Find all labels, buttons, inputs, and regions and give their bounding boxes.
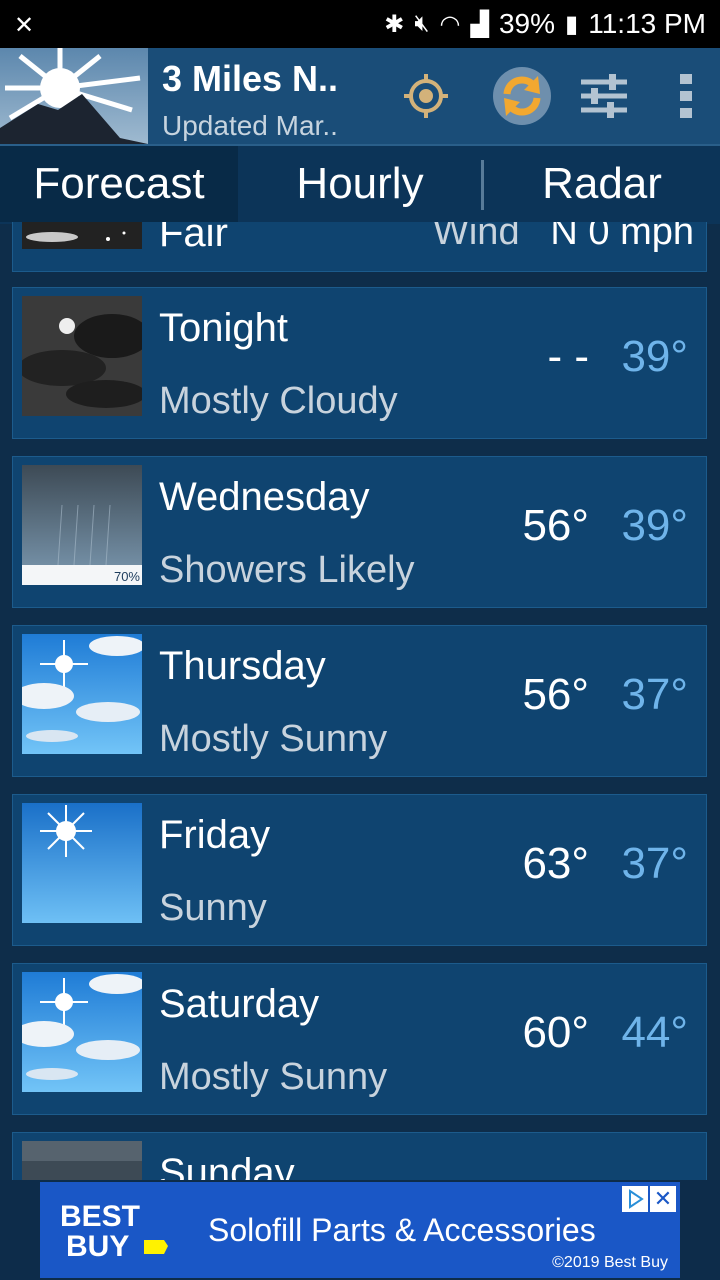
refresh-button[interactable] <box>492 66 552 126</box>
condition-label: Mostly Sunny <box>159 1056 388 1098</box>
day-label: Wednesday <box>159 475 370 519</box>
ad-copyright: ©2019 Best Buy <box>552 1254 668 1271</box>
updated-text: Updated Mar.. <box>162 110 338 141</box>
ad-headline: Solofill Parts & Accessories <box>208 1212 596 1248</box>
clock: 11:13 PM <box>588 8 706 39</box>
app-header: 3 Miles N.. Updated Mar.. <box>0 48 720 144</box>
svg-text:BUY: BUY <box>66 1230 129 1262</box>
wind-label: Wind <box>433 222 520 253</box>
forecast-card-thursday[interactable]: Thursday Mostly Sunny 56° 37° <box>12 625 707 777</box>
cloudy-icon <box>22 1141 142 1180</box>
condition-label: Sunny <box>159 887 267 929</box>
settings-button[interactable] <box>576 68 632 124</box>
forecast-list[interactable]: Fair Wind N 0 mph Tonight Mostly Cloudy … <box>0 222 720 1180</box>
low-temp: 44° <box>621 1008 688 1057</box>
high-temp: 56° <box>522 670 589 719</box>
ad-choices-icon[interactable] <box>622 1186 648 1212</box>
forecast-card-sunday[interactable]: Sunday <box>12 1132 707 1180</box>
refresh-icon <box>493 67 551 125</box>
current-condition: Fair <box>159 222 228 255</box>
no-sync-icon: ✕ <box>14 12 35 39</box>
low-temp: 37° <box>621 839 688 888</box>
mostly-sunny-icon <box>22 634 142 754</box>
tab-hourly[interactable]: Hourly <box>238 146 482 222</box>
tab-bar: Forecast Hourly Radar <box>0 144 720 224</box>
status-bar: ✕ ✱ 🔇︎ ◠ ▟ 39% ▮ 11:13 PM <box>0 0 720 48</box>
tab-forecast[interactable]: Forecast <box>0 146 238 222</box>
day-label: Saturday <box>159 982 320 1026</box>
high-temp: 60° <box>522 1008 589 1057</box>
condition-label: Mostly Cloudy <box>159 380 398 422</box>
high-temp: 56° <box>522 501 589 550</box>
low-temp: 39° <box>621 332 688 381</box>
day-label: Thursday <box>159 644 326 688</box>
forecast-card-saturday[interactable]: Saturday Mostly Sunny 60° 44° <box>12 963 707 1115</box>
wifi-icon: ◠ <box>439 10 461 38</box>
kebab-menu-icon <box>680 74 692 118</box>
high-temp: 63° <box>522 839 589 888</box>
wind-value: N 0 mph <box>550 222 694 253</box>
best-buy-logo: BEST BUY <box>60 1200 168 1262</box>
mute-icon: 🔇︎ <box>414 10 430 37</box>
low-temp: 39° <box>621 501 688 550</box>
night-cloudy-icon <box>22 296 142 416</box>
day-label: Friday <box>159 813 271 857</box>
day-label: Sunday <box>159 1151 295 1180</box>
day-label: Tonight <box>159 306 288 350</box>
bluetooth-icon: ✱ <box>384 10 405 38</box>
current-conditions-card[interactable]: Fair Wind N 0 mph <box>12 222 707 272</box>
location-title[interactable]: 3 Miles N.. <box>162 58 338 100</box>
high-temp: - - <box>547 332 589 381</box>
ad-banner[interactable]: BEST BUY Solofill Parts & Accessories ©2… <box>40 1182 680 1278</box>
sliders-icon <box>581 74 627 118</box>
forecast-card-tonight[interactable]: Tonight Mostly Cloudy - - 39° <box>12 287 707 439</box>
night-fair-icon <box>22 222 142 249</box>
condition-label: Showers Likely <box>159 549 415 591</box>
sunny-icon <box>22 803 142 923</box>
low-temp: 37° <box>621 670 688 719</box>
ad-close-icon[interactable]: ✕ <box>650 1186 676 1212</box>
crosshair-icon <box>404 74 448 118</box>
condition-label: Mostly Sunny <box>159 718 388 760</box>
tab-radar[interactable]: Radar <box>484 146 720 222</box>
precip-chance: 70% <box>114 569 140 584</box>
showers-icon: 70% <box>22 465 142 585</box>
app-logo <box>0 48 148 144</box>
svg-text:BEST: BEST <box>60 1200 140 1233</box>
forecast-card-friday[interactable]: Friday Sunny 63° 37° <box>12 794 707 946</box>
ad-bar: BEST BUY Solofill Parts & Accessories ©2… <box>0 1180 720 1280</box>
mostly-sunny-icon <box>22 972 142 1092</box>
battery-icon: ▮ <box>565 10 579 38</box>
signal-icon: ▟ <box>470 10 489 38</box>
locate-button[interactable] <box>398 68 454 124</box>
battery-percent: 39% <box>498 8 555 39</box>
more-options-button[interactable] <box>658 68 714 124</box>
forecast-card-wednesday[interactable]: 70% Wednesday Showers Likely 56° 39° <box>12 456 707 608</box>
